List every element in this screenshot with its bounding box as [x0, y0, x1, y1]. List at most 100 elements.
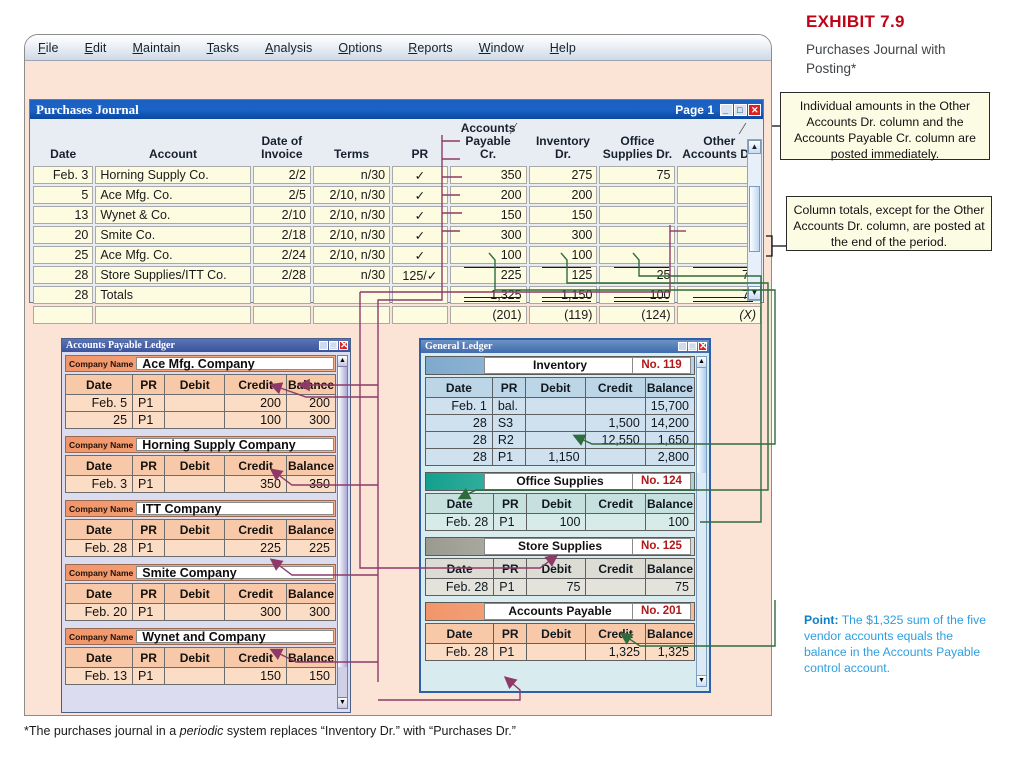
table-row[interactable]: 28Store Supplies/ITT Co.2/28n/30125/✓225… — [33, 266, 761, 284]
journal-cell-ap_cr[interactable]: 100 — [450, 246, 527, 264]
gl-cell-pr[interactable]: P1 — [494, 579, 527, 596]
journal-cell-invoice[interactable]: 2/5 — [253, 186, 311, 204]
table-row[interactable]: Feb. 1bal.15,700 — [426, 398, 695, 415]
gl-cell-debit[interactable] — [526, 398, 585, 415]
gl-cell-balance[interactable]: 1,325 — [645, 644, 694, 661]
table-row[interactable]: 28P11,1502,800 — [426, 449, 695, 466]
gl-minimize-button[interactable]: _ — [678, 342, 687, 351]
gl-cell-credit[interactable]: 1,325 — [586, 644, 646, 661]
journal-cell-office_dr[interactable] — [599, 246, 675, 264]
table-row[interactable]: 25P1100300 — [66, 412, 336, 429]
gl-scroll-down-icon[interactable]: ▼ — [697, 675, 706, 686]
ap-cell-credit[interactable]: 225 — [225, 540, 287, 557]
gl-cell-debit[interactable]: 75 — [527, 579, 586, 596]
ap-cell-balance[interactable]: 300 — [286, 604, 335, 621]
journal-cell-office_dr[interactable] — [599, 226, 675, 244]
journal-cell-account[interactable]: Smite Co. — [95, 226, 250, 244]
ap-cell-date[interactable]: Feb. 13 — [66, 668, 133, 685]
ap-cell-pr[interactable]: P1 — [133, 668, 165, 685]
scroll-thumb[interactable] — [749, 186, 760, 252]
ap-minimize-button[interactable]: _ — [319, 341, 328, 350]
gl-cell-credit[interactable] — [585, 449, 645, 466]
gl-cell-pr[interactable]: P1 — [494, 514, 527, 531]
journal-cell-office_dr[interactable]: 100 — [599, 286, 675, 304]
ap-cell-debit[interactable] — [165, 412, 225, 429]
journal-cell-invoice[interactable]: 2/10 — [253, 206, 311, 224]
gl-scroll-up-icon[interactable]: ▲ — [697, 357, 706, 368]
gl-cell-date[interactable]: 28 — [426, 432, 493, 449]
journal-cell-ap_cr[interactable]: 300 — [450, 226, 527, 244]
ap-cell-pr[interactable]: P1 — [133, 412, 165, 429]
journal-cell-invoice[interactable]: 2/2 — [253, 166, 311, 184]
ap-cell-debit[interactable] — [165, 476, 225, 493]
menu-item-reports[interactable]: Reports — [395, 41, 465, 55]
menu-item-options[interactable]: Options — [325, 41, 395, 55]
journal-cell-account[interactable]: Ace Mfg. Co. — [95, 246, 250, 264]
table-row[interactable]: 25Ace Mfg. Co.2/242/10, n/30✓100100 — [33, 246, 761, 264]
table-row[interactable]: Feb. 20P1300300 — [66, 604, 336, 621]
maximize-button[interactable]: □ — [734, 104, 747, 116]
menu-item-help[interactable]: Help — [537, 41, 589, 55]
journal-cell-inv_dr[interactable]: (119) — [529, 306, 598, 324]
journal-cell-office_dr[interactable]: 25 — [599, 266, 675, 284]
journal-cell-date[interactable]: Feb. 3 — [33, 166, 93, 184]
journal-cell-date[interactable]: 25 — [33, 246, 93, 264]
table-row[interactable]: Feb. 28P11,3251,325 — [426, 644, 695, 661]
ap-cell-credit[interactable]: 300 — [225, 604, 287, 621]
journal-cell-account[interactable]: Store Supplies/ITT Co. — [95, 266, 250, 284]
minimize-button[interactable]: _ — [720, 104, 733, 116]
ap-cell-date[interactable]: 25 — [66, 412, 133, 429]
journal-cell-invoice[interactable] — [253, 306, 311, 324]
journal-cell-inv_dr[interactable]: 275 — [529, 166, 598, 184]
journal-cell-invoice[interactable]: 2/28 — [253, 266, 311, 284]
ap-cell-debit[interactable] — [165, 540, 225, 557]
journal-cell-date[interactable]: 13 — [33, 206, 93, 224]
ap-cell-debit[interactable] — [165, 604, 225, 621]
gl-scroll-thumb[interactable] — [697, 368, 706, 473]
gl-close-icon[interactable]: ✕ — [698, 342, 707, 351]
ap-cell-credit[interactable]: 100 — [225, 412, 287, 429]
gl-cell-pr[interactable]: bal. — [492, 398, 526, 415]
company-name-field[interactable]: ITT Company — [136, 502, 334, 515]
ap-cell-debit[interactable] — [165, 668, 225, 685]
gl-cell-debit[interactable]: 1,150 — [526, 449, 585, 466]
table-row[interactable]: 13Wynet & Co.2/102/10, n/30✓150150 — [33, 206, 761, 224]
gl-cell-credit[interactable] — [586, 514, 646, 531]
journal-cell-ap_cr[interactable]: (201) — [450, 306, 527, 324]
gl-cell-debit[interactable]: 100 — [527, 514, 586, 531]
gl-cell-pr[interactable]: P1 — [494, 644, 527, 661]
table-row[interactable]: Feb. 3P1350350 — [66, 476, 336, 493]
journal-cell-pr[interactable]: ✓ — [392, 166, 447, 184]
ap-cell-date[interactable]: Feb. 20 — [66, 604, 133, 621]
gl-cell-credit[interactable]: 1,500 — [585, 415, 645, 432]
menu-item-tasks[interactable]: Tasks — [194, 41, 252, 55]
gl-cell-balance[interactable]: 15,700 — [645, 398, 694, 415]
gl-cell-pr[interactable]: R2 — [492, 432, 526, 449]
journal-cell-inv_dr[interactable]: 200 — [529, 186, 598, 204]
journal-cell-pr[interactable]: ✓ — [392, 246, 447, 264]
journal-cell-inv_dr[interactable]: 100 — [529, 246, 598, 264]
ap-cell-balance[interactable]: 150 — [286, 668, 335, 685]
table-row[interactable]: 28S31,50014,200 — [426, 415, 695, 432]
menu-item-edit[interactable]: Edit — [72, 41, 120, 55]
journal-cell-terms[interactable]: 2/10, n/30 — [313, 206, 390, 224]
table-row[interactable]: Feb. 28P17575 — [426, 579, 695, 596]
general-ledger-scrollbar[interactable]: ▲ ▼ — [696, 356, 707, 687]
journal-cell-invoice[interactable]: 2/18 — [253, 226, 311, 244]
ap-cell-pr[interactable]: P1 — [133, 476, 165, 493]
ap-close-icon[interactable]: ✕ — [339, 341, 348, 350]
table-row[interactable]: 28Totals1,3251,15010075 — [33, 286, 761, 304]
journal-cell-terms[interactable]: 2/10, n/30 — [313, 246, 390, 264]
gl-cell-date[interactable]: 28 — [426, 449, 493, 466]
journal-cell-account[interactable]: Wynet & Co. — [95, 206, 250, 224]
journal-cell-terms[interactable]: n/30 — [313, 166, 390, 184]
ap-cell-credit[interactable]: 150 — [225, 668, 287, 685]
ap-cell-credit[interactable]: 200 — [225, 395, 287, 412]
menu-item-analysis[interactable]: Analysis — [252, 41, 325, 55]
journal-cell-ap_cr[interactable]: 225 — [450, 266, 527, 284]
gl-cell-balance[interactable]: 75 — [645, 579, 694, 596]
journal-cell-ap_cr[interactable]: 350 — [450, 166, 527, 184]
ap-cell-pr[interactable]: P1 — [133, 395, 165, 412]
ap-maximize-button[interactable]: □ — [329, 341, 338, 350]
gl-cell-pr[interactable]: P1 — [492, 449, 526, 466]
